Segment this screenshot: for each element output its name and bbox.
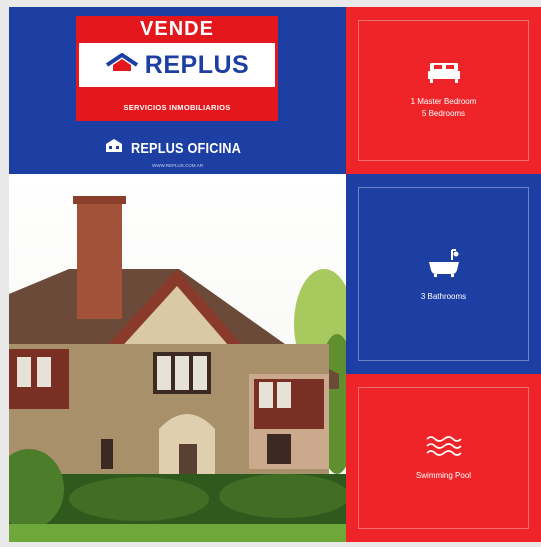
house-roof-icon bbox=[105, 52, 139, 78]
logo-tagline: SERVICIOS INMOBILIARIOS bbox=[123, 102, 231, 112]
website-url: WWW.REPLUS.COM.AR bbox=[151, 163, 203, 168]
brand-panel: VENDE REPLUS SERVICIOS INMOBILIARIOS REP… bbox=[9, 7, 346, 174]
office-label: REPLUS OFICINA bbox=[105, 138, 260, 158]
bed-icon bbox=[427, 61, 460, 88]
bathtub-icon bbox=[428, 246, 460, 283]
house-photo bbox=[0, 174, 357, 542]
feature-tile-frame: 1 Master Bedroom 5 Bedrooms bbox=[358, 20, 529, 161]
feature-tile-bathrooms: 3 Bathrooms bbox=[346, 174, 541, 374]
logo-top-label: VENDE bbox=[140, 18, 214, 40]
office-building-icon bbox=[105, 138, 123, 158]
company-logo: VENDE REPLUS SERVICIOS INMOBILIARIOS bbox=[76, 16, 278, 121]
feature-tile-bedrooms: 1 Master Bedroom 5 Bedrooms bbox=[346, 7, 541, 174]
logo-wordmark-band: REPLUS bbox=[79, 43, 275, 87]
pool-waves-icon bbox=[425, 435, 462, 462]
listing-flyer: VENDE REPLUS SERVICIOS INMOBILIARIOS REP… bbox=[0, 7, 541, 542]
feature-line-2: 5 Bedrooms bbox=[421, 109, 466, 118]
feature-tile-frame: Swimming Pool bbox=[358, 387, 529, 529]
feature-tile-frame: 3 Bathrooms bbox=[358, 187, 529, 361]
feature-line-1: 1 Master Bedroom bbox=[410, 97, 477, 106]
logo-wordmark: REPLUS bbox=[144, 50, 250, 79]
feature-line-1: 3 Bathrooms bbox=[420, 291, 467, 301]
feature-tile-pool: Swimming Pool bbox=[346, 374, 541, 542]
feature-line-1: Swimming Pool bbox=[415, 470, 472, 480]
office-name: REPLUS OFICINA bbox=[131, 139, 242, 157]
